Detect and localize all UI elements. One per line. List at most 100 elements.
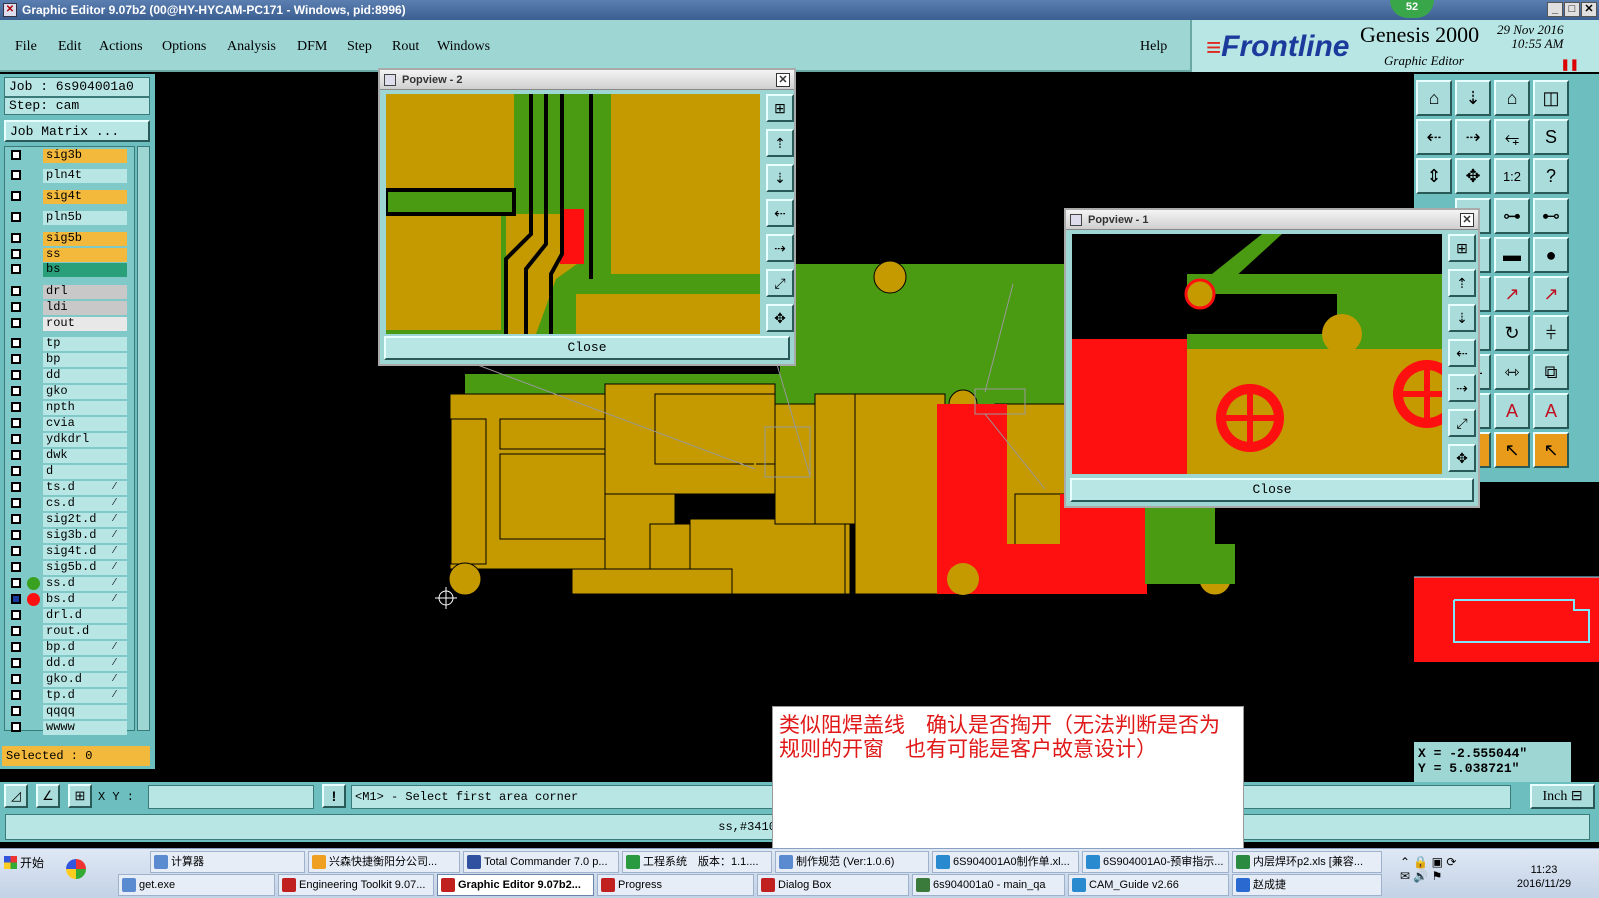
alert-icon[interactable]: ! <box>322 784 346 808</box>
layer-checkbox[interactable] <box>11 514 21 524</box>
pan-left-icon[interactable]: ⇠ <box>1416 119 1452 155</box>
layer-checkbox[interactable] <box>11 594 21 604</box>
popview-zoom-in-icon[interactable]: ⤢ <box>1448 409 1476 437</box>
layer-name[interactable]: dwk <box>43 449 127 463</box>
layer-row[interactable]: bs <box>7 263 133 277</box>
layer-row[interactable]: drl <box>7 285 133 299</box>
layer-link-icon[interactable]: ⊶ <box>1494 198 1530 234</box>
layer-checkbox[interactable] <box>11 286 21 296</box>
taskbar-item[interactable]: Graphic Editor 9.07b2... <box>437 874 594 896</box>
layer-checkbox[interactable] <box>11 249 21 259</box>
menu-step[interactable]: Step <box>347 39 372 55</box>
layer-name[interactable]: ydkdrl <box>43 433 127 447</box>
popview-zoom-fit-icon[interactable]: ⊞ <box>766 94 794 122</box>
layer-checkbox[interactable] <box>11 562 21 572</box>
layer-checkbox[interactable] <box>11 302 21 312</box>
layer-checkbox[interactable] <box>11 610 21 620</box>
layer-row[interactable]: ts.d ⁄ <box>7 481 133 495</box>
popview-pan-up-icon[interactable]: ⇡ <box>1448 269 1476 297</box>
popview-1-close-icon[interactable]: ✕ <box>1460 213 1474 227</box>
pan-right-icon[interactable]: ⇢ <box>1455 119 1491 155</box>
select2-icon[interactable]: ↖ <box>1494 432 1530 468</box>
text3-icon[interactable]: A <box>1533 393 1569 429</box>
layer-name[interactable]: npth <box>43 401 127 415</box>
layer-name[interactable]: rout <box>43 317 127 331</box>
layer-name[interactable]: sig4t <box>43 190 127 204</box>
layer-name[interactable]: dd <box>43 369 127 383</box>
minimize-button[interactable]: _ <box>1547 2 1563 17</box>
layer-name[interactable]: bs <box>43 263 127 277</box>
layer-checkbox[interactable] <box>11 170 21 180</box>
layer-row[interactable]: dd <box>7 369 133 383</box>
layer-row[interactable]: ss.d ⁄ <box>7 577 133 591</box>
text2-icon[interactable]: A <box>1494 393 1530 429</box>
menu-edit[interactable]: Edit <box>58 39 81 55</box>
measure-icon[interactable]: ◿ <box>4 784 28 808</box>
layer-name[interactable]: sig5b <box>43 232 127 246</box>
layer-checkbox[interactable] <box>11 318 21 328</box>
home-up-icon[interactable]: ⌂ <box>1416 80 1452 116</box>
layer-checkbox[interactable] <box>11 338 21 348</box>
taskbar-item[interactable]: 赵成捷 <box>1232 874 1382 896</box>
ruler-icon[interactable]: ▬ <box>1494 237 1530 273</box>
layer-checkbox[interactable] <box>11 658 21 668</box>
taskbar-item[interactable]: 计算器 <box>150 851 305 873</box>
layer-row[interactable]: rout.d <box>7 625 133 639</box>
taskbar-item[interactable]: 制作规范 (Ver:1.0.6) <box>775 851 929 873</box>
layer-row[interactable]: cs.d ⁄ <box>7 497 133 511</box>
home-icon[interactable]: ⌂ <box>1494 80 1530 116</box>
taskbar-clock[interactable]: 11:23 2016/11/29 <box>1504 863 1584 891</box>
menu-file[interactable]: File <box>15 39 37 55</box>
layer-row[interactable]: sig3b <box>7 149 133 163</box>
layer-row[interactable]: tp <box>7 337 133 351</box>
layer-row[interactable]: sig4t.d ⁄ <box>7 545 133 559</box>
units-dropdown[interactable]: Inch ⊟ <box>1530 784 1595 809</box>
layer-name[interactable]: pln4t <box>43 169 127 183</box>
popview-pan-right-icon[interactable]: ⇢ <box>766 234 794 262</box>
popview-1-title-bar[interactable]: Popview - 1 ✕ <box>1066 210 1478 230</box>
mirror-icon[interactable]: ⫩ <box>1533 315 1569 351</box>
layer-row[interactable]: ydkdrl <box>7 433 133 447</box>
layer-checkbox[interactable] <box>11 706 21 716</box>
menu-options[interactable]: Options <box>162 39 206 55</box>
layer-name[interactable]: drl.d <box>43 609 127 623</box>
rotate-icon[interactable]: ↻ <box>1494 315 1530 351</box>
taskbar-item[interactable]: 内层焊环p2.xls [兼容... <box>1232 851 1382 873</box>
layer-list-scrollbar[interactable] <box>137 146 150 731</box>
popview-1-close-button[interactable]: Close <box>1070 478 1474 502</box>
maximize-button[interactable]: □ <box>1564 2 1580 17</box>
layer-row[interactable]: d <box>7 465 133 479</box>
popview-zoom-fit-icon[interactable]: ⊞ <box>1448 234 1476 262</box>
layer-checkbox[interactable] <box>11 233 21 243</box>
layer-name[interactable]: sig3b <box>43 149 127 163</box>
layer-name[interactable]: drl <box>43 285 127 299</box>
grid-icon[interactable]: ⊞ <box>68 784 92 808</box>
taskbar-item[interactable]: Total Commander 7.0 p... <box>463 851 619 873</box>
snap-icon[interactable]: S <box>1533 119 1569 155</box>
layer-checkbox[interactable] <box>11 386 21 396</box>
layer-checkbox[interactable] <box>11 466 21 476</box>
menu-help[interactable]: Help <box>1140 39 1167 55</box>
split-icon[interactable]: ◫ <box>1533 80 1569 116</box>
layer-row[interactable]: sig2t.d ⁄ <box>7 513 133 527</box>
layer-row[interactable]: bp.d ⁄ <box>7 641 133 655</box>
taskbar-item[interactable]: 6S904001A0制作单.xl... <box>932 851 1079 873</box>
taskbar-item[interactable]: Engineering Toolkit 9.07... <box>278 874 434 896</box>
job-matrix-button[interactable]: Job Matrix ... <box>4 120 150 142</box>
menu-dfm[interactable]: DFM <box>297 39 327 55</box>
layer-checkbox[interactable] <box>11 546 21 556</box>
layer-checkbox[interactable] <box>11 450 21 460</box>
layer-checkbox[interactable] <box>11 370 21 380</box>
layer-name[interactable]: tp <box>43 337 127 351</box>
menu-rout[interactable]: Rout <box>392 39 419 55</box>
layer-checkbox[interactable] <box>11 434 21 444</box>
layer-name[interactable]: ldi <box>43 301 127 315</box>
layer-checkbox[interactable] <box>11 674 21 684</box>
taskbar-item[interactable]: 6S904001A0-预审指示... <box>1082 851 1229 873</box>
popview-2-title-bar[interactable]: Popview - 2 ✕ <box>380 70 794 90</box>
mini-map[interactable] <box>1414 482 1599 760</box>
popview-2-canvas[interactable] <box>386 94 760 334</box>
layer-row[interactable]: bs.d ⁄ <box>7 593 133 607</box>
layer-row[interactable]: drl.d <box>7 609 133 623</box>
connect-icon[interactable]: ↗ <box>1494 276 1530 312</box>
